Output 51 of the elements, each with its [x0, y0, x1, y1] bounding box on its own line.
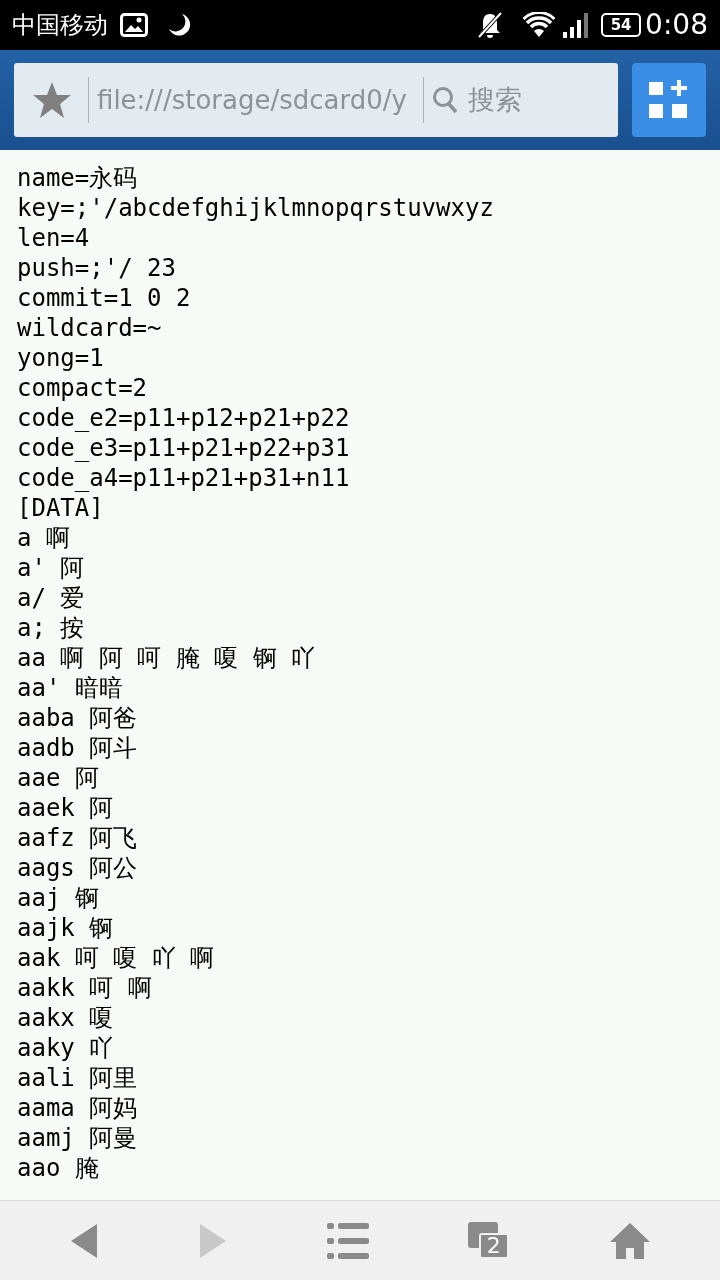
text-line: aak 呵 嗄 吖 啊	[17, 943, 215, 973]
text-line: aajk 锕	[17, 913, 114, 943]
add-apps-button[interactable]	[632, 63, 706, 137]
wifi-icon	[523, 12, 556, 38]
back-icon[interactable]	[69, 1221, 100, 1260]
text-line: a 啊	[17, 523, 70, 553]
star-icon[interactable]	[32, 81, 72, 119]
home-icon[interactable]	[608, 1221, 651, 1260]
text-line: yong=1	[17, 343, 104, 373]
text-line: code_e2=p11+p12+p21+p22	[17, 403, 350, 433]
text-line: aama 阿妈	[17, 1093, 138, 1123]
search-icon	[431, 86, 458, 114]
text-line: aags 阿公	[17, 853, 138, 883]
text-line: aamj 阿曼	[17, 1123, 138, 1153]
address-bar[interactable]: file:///storage/sdcard0/y 搜索	[14, 63, 618, 137]
text-line: aaky 吖	[17, 1033, 114, 1063]
text-line: aali 阿里	[17, 1063, 138, 1093]
carrier-name: 中国移动	[12, 10, 108, 41]
text-line: commit=1 0 2	[17, 283, 191, 313]
text-line: a/ 爱	[17, 583, 85, 613]
text-line: a; 按	[17, 613, 85, 643]
text-line: name=永码	[17, 163, 138, 193]
text-line: [DATA]	[17, 493, 104, 523]
text-line: len=4	[17, 223, 90, 253]
text-line: aaba 阿爸	[17, 703, 138, 733]
text-line: code_e3=p11+p21+p22+p31	[17, 433, 350, 463]
text-line: push=;'/ 23	[17, 253, 176, 283]
text-line: aafz 阿飞	[17, 823, 138, 853]
tabs-button[interactable]: 2	[467, 1221, 510, 1260]
image-icon	[120, 13, 148, 37]
text-line: compact=2	[17, 373, 148, 403]
text-line: key=;'/abcdefghijklmnopqrstuvwxyz	[17, 193, 494, 223]
text-line: aaek 阿	[17, 793, 114, 823]
search-field[interactable]: 搜索	[431, 79, 522, 121]
text-line: aakx 嗄	[17, 1003, 114, 1033]
moon-icon	[168, 13, 192, 37]
battery-indicator: 54	[601, 13, 642, 37]
text-line: aakk 呵 啊	[17, 973, 152, 1003]
text-line: aa' 暗暗	[17, 673, 123, 703]
text-line: aa 啊 阿 呵 腌 嗄 锕 吖	[17, 643, 316, 673]
text-line: wildcard=~	[17, 313, 162, 343]
text-line: code_a4=p11+p21+p31+n11	[17, 463, 350, 493]
text-line: aaj 锕	[17, 883, 99, 913]
text-line: aao 腌	[17, 1153, 99, 1183]
text-line: a' 阿	[17, 553, 85, 583]
text-line: aadb 阿斗	[17, 733, 138, 763]
apps-icon	[648, 80, 690, 120]
menu-icon[interactable]	[327, 1222, 369, 1259]
url-text[interactable]: file:///storage/sdcard0/y	[97, 80, 407, 120]
text-line: aae 阿	[17, 763, 99, 793]
clock: 0:08	[645, 7, 708, 43]
